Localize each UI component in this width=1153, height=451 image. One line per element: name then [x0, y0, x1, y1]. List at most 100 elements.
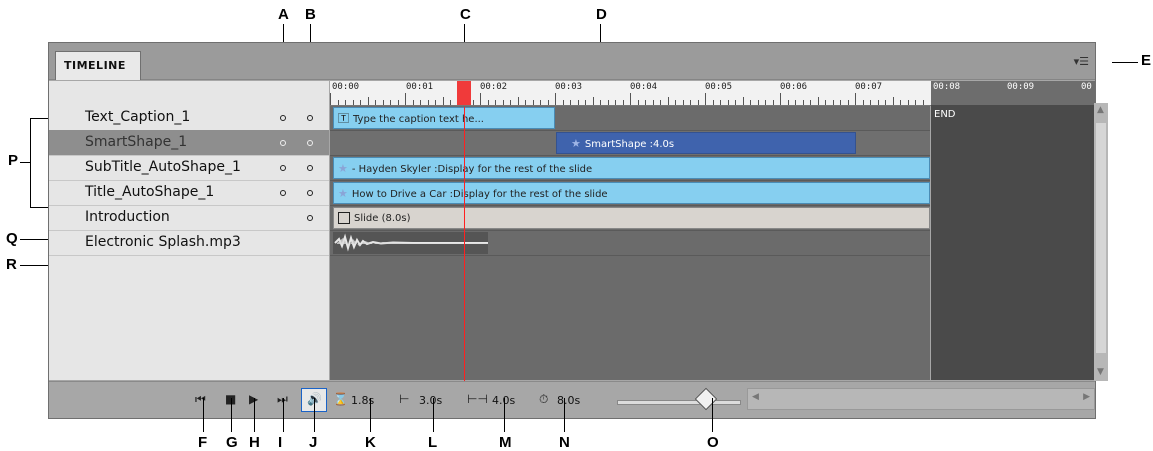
- ruler-tick: [742, 97, 744, 105]
- ruler-tick: [840, 100, 841, 105]
- callout-r: R: [6, 256, 17, 273]
- playhead[interactable]: [464, 107, 465, 397]
- scroll-right-icon[interactable]: ▶: [1083, 392, 1090, 402]
- ruler-tick: [622, 100, 624, 105]
- ruler-tick: [562, 100, 564, 105]
- ruler-tick: [352, 100, 354, 105]
- ruler-tick: [667, 97, 669, 105]
- ruler-tick: [712, 100, 714, 105]
- callout-k: K: [365, 434, 376, 451]
- callout-l: L: [428, 434, 438, 451]
- duration-icon: ⊢⊣: [467, 392, 488, 406]
- horizontal-scrollbar[interactable]: ◀ ▶: [747, 388, 1095, 410]
- layer-row-introduction[interactable]: Introduction: [49, 205, 329, 231]
- callout-k-line: [370, 398, 371, 432]
- ruler-tick: [817, 97, 819, 105]
- playhead-handle[interactable]: [457, 81, 471, 105]
- layer-row-subtitle[interactable]: SubTitle_AutoShape_1: [49, 155, 329, 181]
- zoom-slider-thumb[interactable]: [694, 387, 718, 411]
- clip-subtitle[interactable]: ★ - Hayden Skyler :Display for the rest o…: [333, 157, 930, 179]
- scroll-up-icon[interactable]: ▲: [1097, 105, 1104, 115]
- ruler-tick: [382, 100, 384, 105]
- lock-toggle[interactable]: [307, 115, 313, 121]
- layer-row-audio[interactable]: Electronic Splash.mp3: [49, 230, 329, 256]
- callout-j-line: [314, 398, 315, 432]
- visibility-toggle[interactable]: [280, 165, 286, 171]
- callout-d: D: [596, 6, 607, 23]
- visibility-toggle[interactable]: [280, 190, 286, 196]
- lock-toggle[interactable]: [307, 190, 313, 196]
- layer-row-title[interactable]: Title_AutoShape_1: [49, 180, 329, 206]
- ruler-tick: [412, 100, 414, 105]
- ruler-tick: [607, 100, 609, 105]
- ruler-tick: [517, 97, 519, 105]
- vertical-scrollbar-thumb[interactable]: [1096, 123, 1106, 353]
- callout-q: Q: [6, 230, 18, 247]
- ruler-tick: [720, 100, 721, 105]
- ruler-tick: [427, 100, 429, 105]
- tick-label: 00:08: [933, 82, 961, 92]
- timeline-panel: TIMELINE ▾☰ Text_Caption_1 SmartShape_1 …: [48, 42, 1108, 419]
- slide-icon: [338, 212, 350, 224]
- ruler-tick: [825, 100, 826, 105]
- ruler-tick: [892, 97, 894, 105]
- lock-toggle[interactable]: [307, 140, 313, 146]
- callout-c: C: [460, 6, 471, 23]
- callout-g: G: [226, 434, 238, 451]
- callout-f: F: [198, 434, 208, 451]
- ruler-tick: [772, 100, 774, 105]
- tick-label: 00:02: [480, 82, 508, 92]
- ruler-tick: [525, 100, 526, 105]
- ruler-tick: [757, 100, 759, 105]
- ruler-tick: [540, 100, 541, 105]
- clip-smartshape[interactable]: ★ SmartShape :4.0s: [556, 132, 856, 154]
- ruler-tick: [885, 100, 886, 105]
- callout-p: P: [8, 152, 19, 169]
- ruler-tick: [390, 100, 391, 105]
- ruler-tick: [862, 100, 864, 105]
- panel-menu-icon[interactable]: ▾☰: [1074, 55, 1089, 68]
- ruler-tick: [442, 97, 444, 105]
- lock-toggle[interactable]: [307, 215, 313, 221]
- visibility-toggle[interactable]: [280, 115, 286, 121]
- ruler-tick: [420, 100, 421, 105]
- track-row: ★ How to Drive a Car :Display for the res…: [330, 181, 930, 206]
- star-icon: ★: [571, 137, 581, 150]
- ruler-tick: [660, 100, 661, 105]
- ruler-tick: [450, 100, 451, 105]
- tab-timeline[interactable]: TIMELINE: [55, 51, 141, 80]
- ruler-tick: [870, 100, 871, 105]
- scroll-left-icon[interactable]: ◀: [752, 392, 759, 402]
- callout-a: A: [278, 6, 289, 23]
- end-zone: [931, 81, 1095, 380]
- clip-title[interactable]: ★ How to Drive a Car :Display for the res…: [333, 182, 930, 204]
- ruler-tick: [495, 100, 496, 105]
- tick-label: 00:04: [630, 82, 658, 92]
- ruler-tick: [547, 100, 549, 105]
- callout-m-line: [504, 398, 505, 432]
- visibility-toggle[interactable]: [280, 140, 286, 146]
- clip-slide[interactable]: Slide (8.0s): [333, 207, 930, 229]
- scroll-down-icon[interactable]: ▼: [1097, 367, 1104, 377]
- clip-label: How to Drive a Car :Display for the rest…: [351, 189, 608, 200]
- ruler-tick: [682, 100, 684, 105]
- ruler-tick: [600, 100, 601, 105]
- layer-row-text-caption[interactable]: Text_Caption_1: [49, 105, 329, 131]
- callout-e: E: [1141, 52, 1152, 69]
- ruler-tick: [735, 100, 736, 105]
- lock-toggle[interactable]: [307, 165, 313, 171]
- callout-j: J: [309, 434, 318, 451]
- playback-controls: ⏮ ■ ▶ ⏭ 🔊 ⌛ 1.8s ⊢ 3.0s ⊢⊣ 4.0s ⏱ 8.0s ◀…: [49, 381, 1095, 418]
- caption-icon: 🅃: [338, 112, 349, 125]
- layer-name: Introduction: [85, 209, 170, 225]
- layer-row-smartshape[interactable]: SmartShape_1: [49, 130, 329, 156]
- rewind-icon[interactable]: ⏮: [195, 392, 206, 407]
- zoom-slider[interactable]: [617, 400, 741, 405]
- ruler-tick: [727, 100, 729, 105]
- ruler-tick: [847, 100, 849, 105]
- ruler-tick: [765, 100, 766, 105]
- clip-caption[interactable]: 🅃 Type the caption text he...: [333, 107, 555, 129]
- tick-label: 00:00: [332, 82, 360, 92]
- ruler-tick: [637, 100, 639, 105]
- ruler-tick: [397, 100, 399, 105]
